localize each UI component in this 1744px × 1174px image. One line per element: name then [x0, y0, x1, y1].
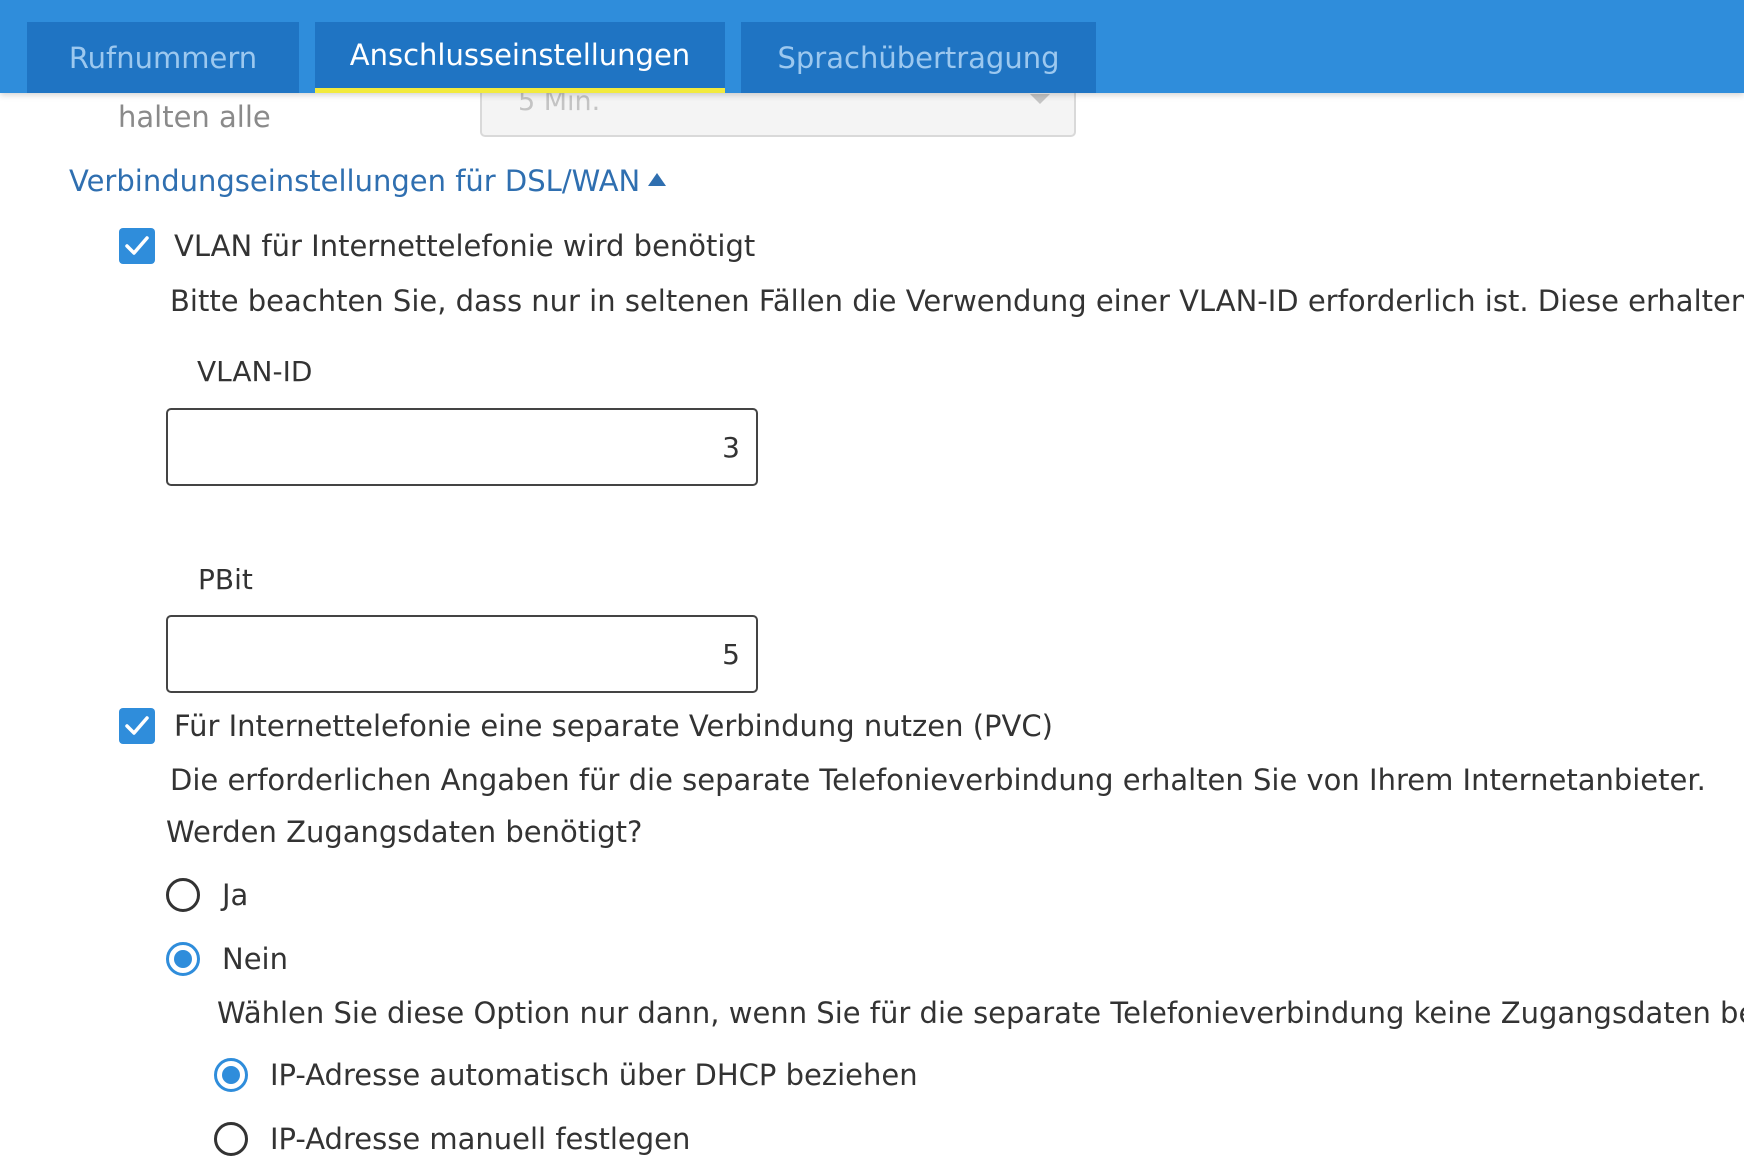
vlan-id-input[interactable] — [166, 408, 758, 486]
tab-anschlusseinstellungen[interactable]: Anschlusseinstellungen — [315, 22, 725, 93]
radio-ip-manual[interactable] — [214, 1122, 248, 1156]
vlan-checkbox-label: VLAN für Internettelefonie wird benötigt — [174, 229, 756, 263]
credentials-question: Werden Zugangsdaten benötigt? — [166, 815, 643, 849]
radio-ja-label: Ja — [222, 878, 249, 912]
checkmark-icon — [125, 716, 149, 735]
section-title: Verbindungseinstellungen für DSL/WAN — [69, 164, 641, 198]
vlan-checkbox[interactable] — [119, 228, 155, 264]
tab-bar: Rufnummern Anschlusseinstellungen Sprach… — [0, 0, 1744, 93]
radio-ip-dhcp[interactable] — [214, 1058, 248, 1092]
radio-ja[interactable] — [166, 878, 200, 912]
radio-ip-dhcp-label: IP-Adresse automatisch über DHCP beziehe… — [270, 1058, 918, 1092]
page: Rufnummern Anschlusseinstellungen Sprach… — [0, 0, 1744, 1174]
pvc-hint: Die erforderlichen Angaben für die separ… — [170, 763, 1706, 797]
pvc-checkbox[interactable] — [119, 708, 155, 744]
vlan-id-label: VLAN-ID — [197, 355, 313, 388]
nein-hint: Wählen Sie diese Option nur dann, wenn S… — [217, 996, 1744, 1030]
pbit-label: PBit — [198, 563, 253, 596]
tab-sprachuebertragung[interactable]: Sprachübertragung — [741, 22, 1096, 93]
radio-ip-manual-label: IP-Adresse manuell festlegen — [270, 1122, 691, 1156]
section-toggle-dsl-wan[interactable]: Verbindungseinstellungen für DSL/WAN — [69, 164, 667, 198]
vlan-hint: Bitte beachten Sie, dass nur in seltenen… — [170, 284, 1744, 318]
pvc-checkbox-label: Für Internettelefonie eine separate Verb… — [174, 709, 1053, 743]
tab-rufnummern[interactable]: Rufnummern — [27, 22, 299, 93]
radio-nein-label: Nein — [222, 942, 288, 976]
radio-nein[interactable] — [166, 942, 200, 976]
halten-label: halten alle — [118, 100, 271, 134]
triangle-up-icon — [648, 173, 667, 186]
checkmark-icon — [125, 236, 149, 255]
pbit-input[interactable] — [166, 615, 758, 693]
chevron-down-icon — [1030, 94, 1050, 104]
